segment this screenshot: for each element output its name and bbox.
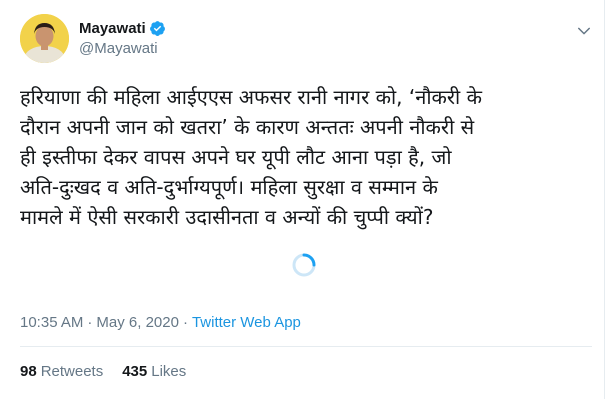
tweet-meta: 10:35 AM · May 6, 2020 · Twitter Web App — [20, 313, 301, 333]
chevron-down-icon[interactable] — [575, 22, 593, 40]
meta-separator: · — [182, 314, 188, 331]
tweet-time[interactable]: 10:35 AM — [20, 313, 83, 333]
avatar[interactable] — [20, 14, 69, 63]
tweet-card: Mayawati @Mayawati हरियाणा की महिला आईएए… — [0, 0, 605, 399]
tweet-header: Mayawati @Mayawati — [20, 14, 166, 63]
likes-count: 435 — [122, 363, 148, 380]
likes-stat[interactable]: 435 Likes — [122, 362, 186, 382]
meta-separator: · — [87, 314, 93, 331]
likes-label: Likes — [151, 363, 187, 380]
retweets-stat[interactable]: 98 Retweets — [20, 362, 103, 382]
display-name[interactable]: Mayawati — [79, 19, 146, 39]
tweet-date[interactable]: May 6, 2020 — [96, 313, 179, 333]
tweet-stats: 98 Retweets 435 Likes — [20, 362, 186, 382]
tweet-source-link[interactable]: Twitter Web App — [192, 313, 301, 333]
tweet-text: हरियाणा की महिला आईएएस अफसर रानी नागर को… — [20, 85, 482, 229]
verified-badge-icon — [149, 21, 165, 36]
retweets-count: 98 — [20, 363, 37, 380]
loading-spinner-icon — [292, 253, 316, 277]
retweets-label: Retweets — [40, 363, 104, 380]
user-names: Mayawati @Mayawati — [79, 19, 166, 59]
divider — [20, 346, 592, 347]
display-name-row[interactable]: Mayawati — [79, 19, 166, 39]
user-handle[interactable]: @Mayawati — [79, 39, 166, 59]
